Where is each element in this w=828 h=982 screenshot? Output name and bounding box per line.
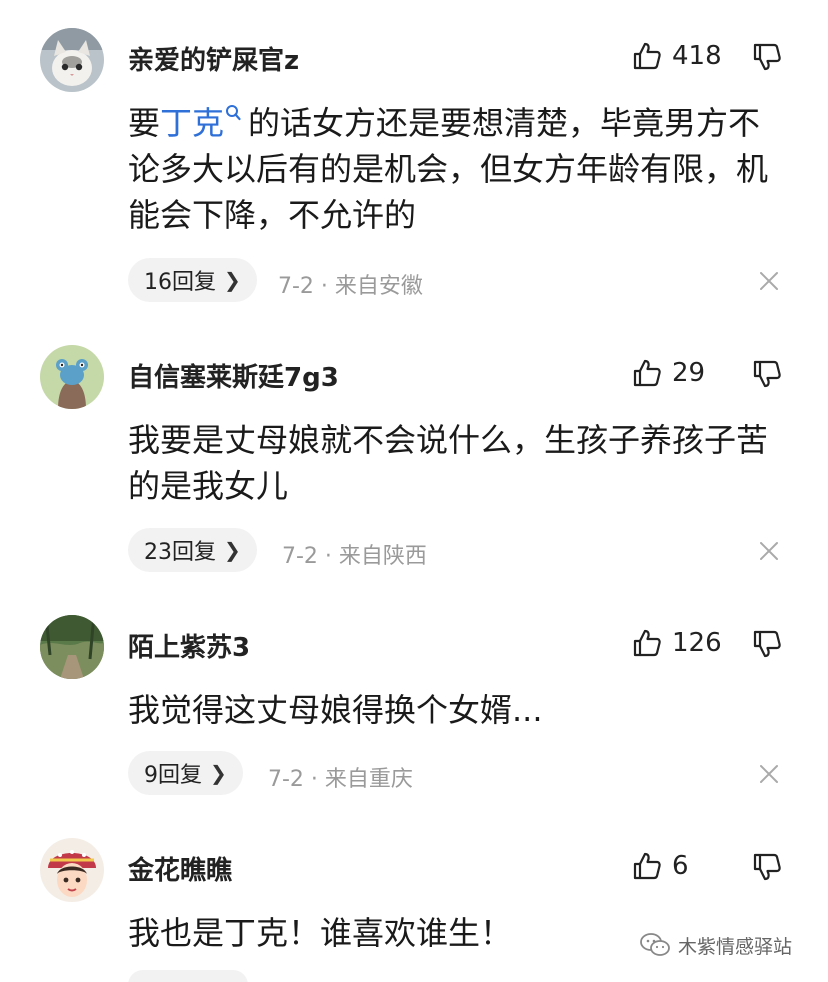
watermark: 木紫情感驿站	[640, 930, 792, 960]
avatar[interactable]	[40, 28, 104, 92]
chevron-right-icon: ❯	[224, 268, 241, 292]
thumbs-up-icon	[633, 359, 661, 387]
reply-button[interactable]: 16回复 ❯	[128, 258, 257, 302]
like-button[interactable]: 126	[632, 623, 722, 663]
username[interactable]: 陌上紫苏3	[128, 627, 250, 664]
like-button[interactable]: 29	[632, 353, 705, 393]
like-count: 29	[672, 358, 706, 388]
wechat-icon	[640, 933, 670, 956]
comment-text-before: 要	[128, 104, 161, 142]
thumbs-down-icon[interactable]	[752, 359, 782, 389]
comment-meta: 7-2 · 来自重庆	[268, 767, 413, 792]
thumbs-down-icon[interactable]	[752, 42, 782, 72]
close-icon[interactable]	[758, 540, 780, 562]
reply-button[interactable]: 23回复 ❯	[128, 528, 257, 572]
like-button[interactable]: 6	[632, 846, 689, 886]
avatar[interactable]	[40, 838, 104, 902]
username[interactable]: 亲爱的铲屎官z	[128, 40, 299, 77]
reply-label: 16回复	[144, 270, 216, 295]
comment-meta: 7-2 · 来自陕西	[282, 544, 427, 569]
thumbs-up-icon	[633, 852, 661, 880]
watermark-text: 木紫情感驿站	[678, 935, 793, 958]
avatar[interactable]	[40, 345, 104, 409]
avatar[interactable]	[40, 615, 104, 679]
thumbs-up-icon	[633, 42, 661, 70]
close-icon[interactable]	[758, 763, 780, 785]
reply-label: 23回复	[144, 540, 216, 565]
thumbs-down-icon[interactable]	[752, 629, 782, 659]
comment-feed: 亲爱的铲屎官z 418 要丁克 的话女方还是要想清楚，毕竟男方不论多大以后有的是机…	[0, 0, 828, 982]
chevron-right-icon: ❯	[224, 538, 241, 562]
like-count: 6	[672, 851, 689, 881]
comment-text: 我觉得这丈母娘得换个女婿...	[128, 691, 543, 729]
search-icon[interactable]	[224, 104, 242, 122]
reply-button[interactable]	[128, 970, 248, 982]
comment-text: 我也是丁克！谁喜欢谁生！	[128, 914, 513, 952]
reply-label: 9回复	[144, 763, 202, 788]
chevron-right-icon: ❯	[210, 761, 227, 785]
thumbs-down-icon[interactable]	[752, 852, 782, 882]
like-button[interactable]: 418	[632, 36, 722, 76]
thumbs-up-icon	[633, 629, 661, 657]
comment-text: 我要是丈母娘就不会说什么，生孩子养孩子苦的是我女儿	[128, 421, 769, 505]
comment-meta: 7-2 · 来自安徽	[278, 274, 423, 299]
username[interactable]: 金花瞧瞧	[128, 850, 232, 887]
like-count: 418	[672, 41, 722, 71]
reply-button[interactable]: 9回复 ❯	[128, 751, 243, 795]
keyword-link[interactable]: 丁克	[160, 104, 224, 142]
comment-text: 要丁克 的话女方还是要想清楚，毕竟男方不论多大以后有的是机会，但女方年龄有限，机能…	[128, 100, 788, 238]
like-count: 126	[672, 628, 722, 658]
close-icon[interactable]	[758, 270, 780, 292]
username[interactable]: 自信塞莱斯廷7g3	[128, 357, 339, 394]
